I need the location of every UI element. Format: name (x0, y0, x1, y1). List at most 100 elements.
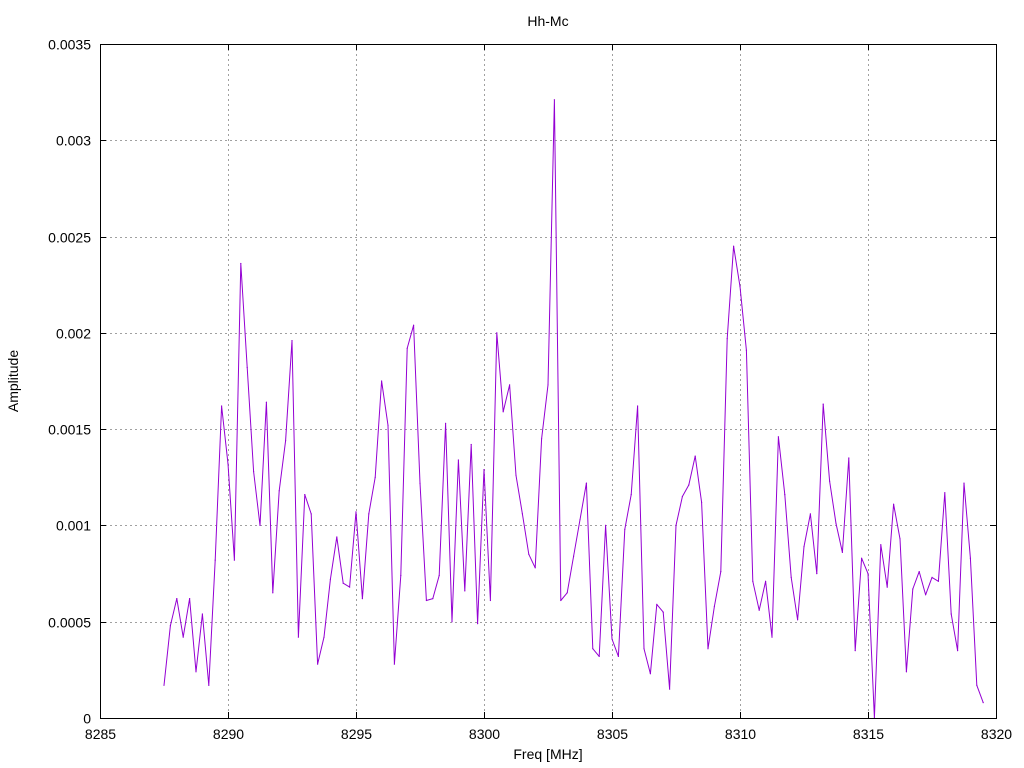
data-point (291, 340, 293, 342)
data-point (502, 411, 504, 413)
data-point (662, 611, 664, 613)
data-point (521, 513, 524, 515)
data-point (573, 555, 575, 557)
data-point (361, 598, 363, 600)
data-point (496, 332, 498, 334)
data-point (265, 401, 267, 403)
data-point (861, 557, 863, 559)
data-point (317, 663, 319, 665)
data-point (304, 494, 306, 496)
y-tick-label: 0.0005 (48, 615, 91, 631)
data-point (387, 424, 389, 426)
data-point (880, 544, 882, 546)
data-point (566, 592, 568, 594)
data-point (624, 528, 626, 530)
data-point (816, 573, 818, 575)
data-point (694, 455, 696, 457)
data-point (912, 588, 914, 590)
y-axis-label: Amplitude (5, 350, 21, 412)
data-point (976, 684, 978, 686)
data-point (854, 650, 856, 652)
data-point (841, 551, 844, 554)
line-chart: 8285 8290 8295 8300 8305 8310 8315 8320 0 0.0005 0… (5, 13, 1012, 762)
series-line (163, 99, 984, 719)
data-point (342, 582, 344, 584)
data-point (285, 440, 287, 442)
data-point (368, 513, 370, 515)
data-point (464, 590, 466, 592)
data-point (489, 599, 491, 602)
data-point (195, 671, 197, 673)
data-point (688, 484, 690, 486)
data-point (528, 553, 530, 555)
data-point (925, 594, 927, 596)
data-point (797, 619, 799, 621)
data-point (413, 324, 415, 326)
data-point (643, 648, 645, 650)
x-tick-label: 8320 (981, 726, 1012, 742)
data-point (957, 650, 959, 652)
data-point (598, 655, 600, 658)
data-point (560, 599, 562, 602)
data-point (515, 474, 517, 476)
data-point (579, 519, 581, 521)
x-tick-label: 8290 (213, 726, 244, 742)
data-point (182, 636, 184, 638)
x-tick-label: 8285 (85, 726, 116, 742)
data-point (208, 684, 210, 686)
y-tick-label: 0.002 (56, 326, 91, 342)
data-point (176, 598, 178, 600)
data-point (214, 559, 216, 561)
data-point (605, 524, 607, 527)
data-point (233, 559, 235, 561)
data-point (201, 613, 203, 615)
data-point (675, 524, 677, 527)
data-point (758, 609, 760, 611)
x-tick-label: 8310 (725, 726, 756, 742)
data-point (336, 536, 338, 538)
x-tick-label: 8305 (597, 726, 628, 742)
data-point (790, 576, 792, 579)
data-point (809, 513, 812, 515)
data-point (617, 655, 620, 658)
data-point (477, 623, 479, 625)
y-tick-label: 0.0035 (48, 37, 91, 53)
data-point (310, 513, 312, 515)
data-point (835, 522, 837, 525)
data-point (297, 636, 299, 638)
data-point (777, 436, 780, 438)
data-point (893, 503, 895, 505)
data-point (355, 511, 357, 513)
y-tick-label: 0.0015 (48, 422, 91, 438)
data-point (419, 482, 421, 484)
data-point (752, 580, 754, 582)
data-point (470, 443, 472, 446)
data-point (713, 605, 716, 607)
data-point (630, 494, 632, 496)
data-point (374, 476, 376, 478)
y-tick-label: 0 (83, 711, 91, 727)
data-point (905, 671, 908, 673)
data-point (253, 470, 255, 473)
data-point (509, 384, 511, 386)
data-point (899, 538, 901, 540)
data-point (547, 384, 549, 386)
data-point (969, 557, 972, 559)
data-point (637, 405, 639, 407)
data-point (867, 573, 869, 575)
data-point (438, 574, 440, 577)
data-point (246, 366, 248, 369)
data-point (937, 580, 940, 582)
data-point (483, 469, 485, 471)
data-point (771, 636, 773, 638)
data-point (944, 492, 946, 494)
x-tick-label: 8300 (469, 726, 500, 742)
y-tick-label: 0.0025 (48, 230, 91, 246)
data-point (739, 286, 741, 288)
data-point (656, 603, 658, 606)
data-point (585, 482, 588, 484)
data-point (406, 347, 408, 349)
chart-container: 8285 8290 8295 8300 8305 8310 8315 8320 0 0.0005 0… (0, 0, 1024, 768)
y-tick-label: 0.003 (56, 133, 91, 149)
data-point (592, 648, 594, 650)
